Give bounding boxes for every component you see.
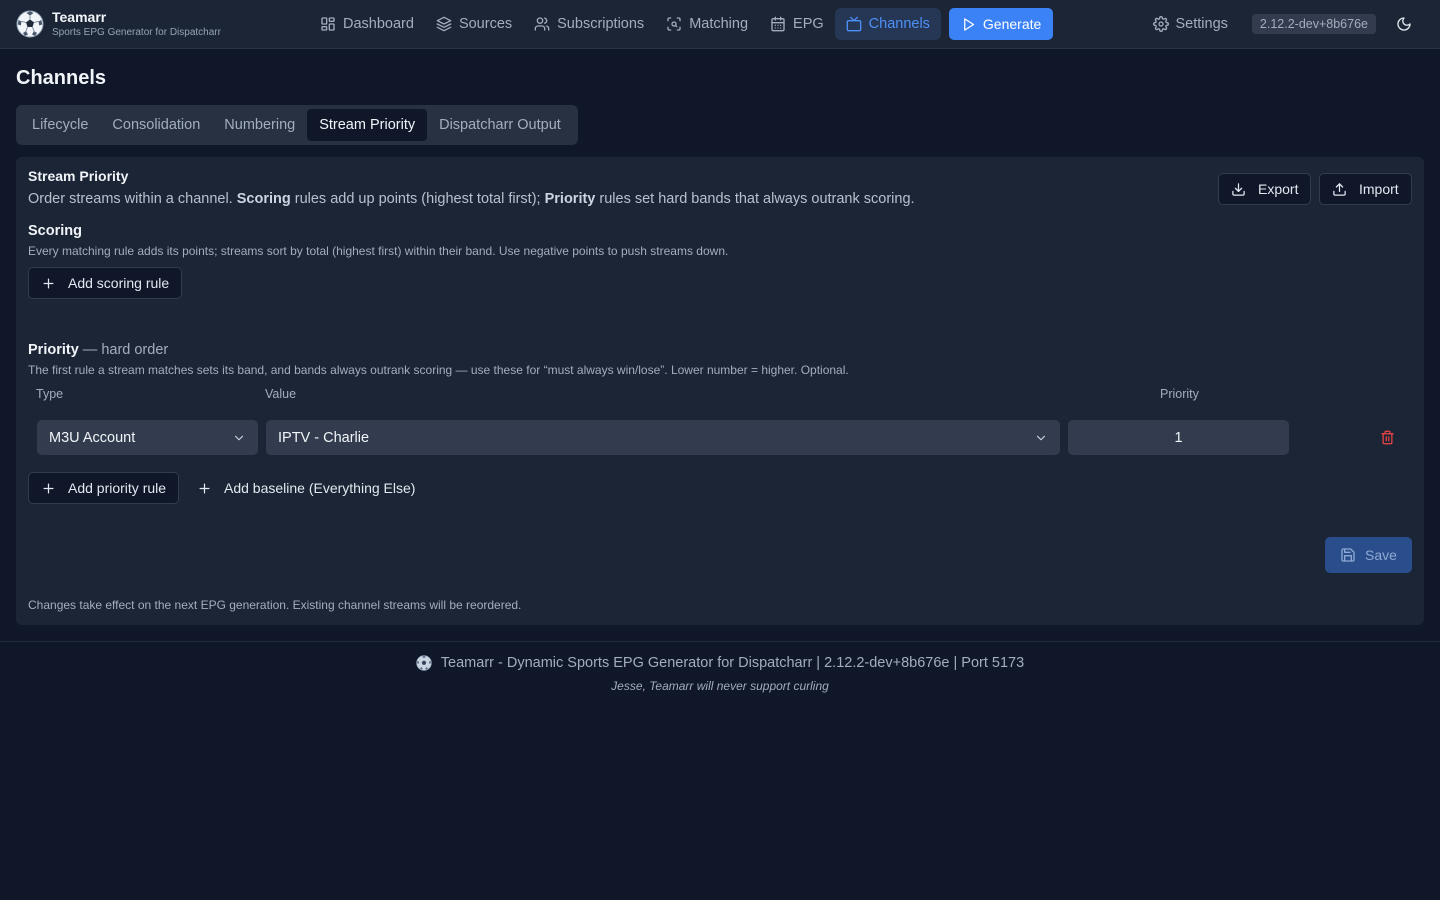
nav-dashboard[interactable]: Dashboard <box>309 8 425 40</box>
calendar-icon <box>770 16 786 32</box>
tab-stream-priority[interactable]: Stream Priority <box>307 109 428 141</box>
save-label: Save <box>1365 547 1397 563</box>
footer-quote: Jesse, Teamarr will never support curlin… <box>611 679 829 693</box>
layers-icon <box>436 16 452 32</box>
tab-lifecycle[interactable]: Lifecycle <box>20 109 100 141</box>
soccer-ball-icon <box>16 10 44 38</box>
tab-dispatcharr-output[interactable]: Dispatcharr Output <box>427 109 573 141</box>
download-icon <box>1231 182 1246 197</box>
plus-icon <box>197 481 212 496</box>
soccer-ball-icon <box>416 655 432 671</box>
column-type-header: Type <box>36 387 64 401</box>
card-title: Stream Priority <box>28 168 129 184</box>
rule-priority-input[interactable]: 1 <box>1068 420 1289 455</box>
card-footer-note: Changes take effect on the next EPG gene… <box>28 598 522 612</box>
rule-value-value: IPTV - Charlie <box>278 429 370 446</box>
stream-priority-card: Stream Priority Order streams within a c… <box>16 157 1424 625</box>
nav-matching-label: Matching <box>689 16 749 32</box>
desc-part-1: Order streams within a channel. <box>28 191 237 207</box>
add-baseline-button[interactable]: Add baseline (Everything Else) <box>185 472 427 504</box>
footer-text: Teamarr - Dynamic Sports EPG Generator f… <box>440 655 1025 671</box>
nav-subscriptions-label: Subscriptions <box>557 16 645 32</box>
brand-title: Teamarr <box>52 9 107 25</box>
top-header: Teamarr Sports EPG Generator for Dispatc… <box>0 0 1440 49</box>
page-title: Channels <box>16 67 107 89</box>
column-priority-header: Priority <box>1160 387 1199 401</box>
trash-icon <box>1380 430 1395 445</box>
tab-consolidation[interactable]: Consolidation <box>100 109 212 141</box>
add-priority-rule-button[interactable]: Add priority rule <box>28 472 180 504</box>
play-icon <box>961 17 976 32</box>
moon-icon <box>1396 16 1412 32</box>
add-priority-rule-label: Add priority rule <box>68 480 167 496</box>
nav-channels[interactable]: Channels <box>834 8 941 40</box>
generate-label: Generate <box>982 16 1042 32</box>
gear-icon <box>1152 16 1169 32</box>
brand[interactable]: Teamarr Sports EPG Generator for Dispatc… <box>16 9 221 39</box>
desc-part-2: rules add up points (highest total first… <box>290 191 545 207</box>
priority-title-text: Priority <box>28 342 79 358</box>
priority-hint: The first rule a stream matches sets its… <box>28 363 849 377</box>
nav-settings-label: Settings <box>1175 16 1228 32</box>
add-baseline-label: Add baseline (Everything Else) <box>224 480 416 496</box>
scoring-hint: Every matching rule adds its points; str… <box>28 244 729 258</box>
footer-divider <box>0 641 1440 642</box>
plus-icon <box>41 276 56 291</box>
plus-icon <box>41 481 56 496</box>
chevron-down-icon <box>1034 431 1048 445</box>
brand-subtitle: Sports EPG Generator for Dispatcharr <box>52 27 221 38</box>
rule-type-select[interactable]: M3U Account <box>37 420 258 455</box>
column-value-header: Value <box>265 387 297 401</box>
rule-value-select[interactable]: IPTV - Charlie <box>266 420 1060 455</box>
nav-dashboard-label: Dashboard <box>343 16 414 32</box>
theme-toggle-button[interactable] <box>1388 8 1420 40</box>
main-nav: Dashboard Sources Subscriptions Matching… <box>309 8 1054 40</box>
import-label: Import <box>1359 181 1399 197</box>
desc-bold-scoring: Scoring <box>236 191 291 207</box>
version-badge: 2.12.2-dev+8b676e <box>1251 14 1376 34</box>
delete-rule-button[interactable] <box>1377 427 1397 447</box>
nav-sources-label: Sources <box>458 16 513 32</box>
scoring-title: Scoring <box>28 223 82 239</box>
generate-button[interactable]: Generate <box>948 8 1054 40</box>
card-description: Order streams within a channel. Scoring … <box>28 191 915 207</box>
nav-channels-label: Channels <box>868 16 930 32</box>
export-button[interactable]: Export <box>1218 173 1312 205</box>
add-scoring-rule-button[interactable]: Add scoring rule <box>28 267 183 299</box>
footer: Teamarr - Dynamic Sports EPG Generator f… <box>0 655 1440 671</box>
add-scoring-rule-label: Add scoring rule <box>68 275 170 291</box>
rule-type-value: M3U Account <box>49 429 136 446</box>
desc-part-3: rules set hard bands that always outrank… <box>595 191 915 207</box>
nav-sources[interactable]: Sources <box>425 8 523 40</box>
tv-icon <box>846 16 862 32</box>
priority-title: Priority — hard order <box>28 342 168 358</box>
tab-numbering[interactable]: Numbering <box>212 109 307 141</box>
nav-matching[interactable]: Matching <box>655 8 759 40</box>
nav-subscriptions[interactable]: Subscriptions <box>523 8 655 40</box>
nav-settings[interactable]: Settings <box>1141 16 1240 32</box>
users-icon <box>534 16 550 32</box>
desc-bold-priority: Priority <box>544 191 596 207</box>
dashboard-icon <box>320 16 336 32</box>
nav-epg[interactable]: EPG <box>759 8 835 40</box>
save-button[interactable]: Save <box>1325 537 1412 573</box>
upload-icon <box>1332 182 1347 197</box>
nav-epg-label: EPG <box>793 16 824 32</box>
save-icon <box>1340 547 1356 563</box>
export-label: Export <box>1258 181 1299 197</box>
priority-title-suffix: — hard order <box>78 342 169 358</box>
import-button[interactable]: Import <box>1319 173 1412 205</box>
chevron-down-icon <box>232 431 246 445</box>
header-right: Settings 2.12.2-dev+8b676e <box>1141 8 1421 40</box>
scan-icon <box>666 16 682 32</box>
channels-tabs: Lifecycle Consolidation Numbering Stream… <box>16 105 578 145</box>
